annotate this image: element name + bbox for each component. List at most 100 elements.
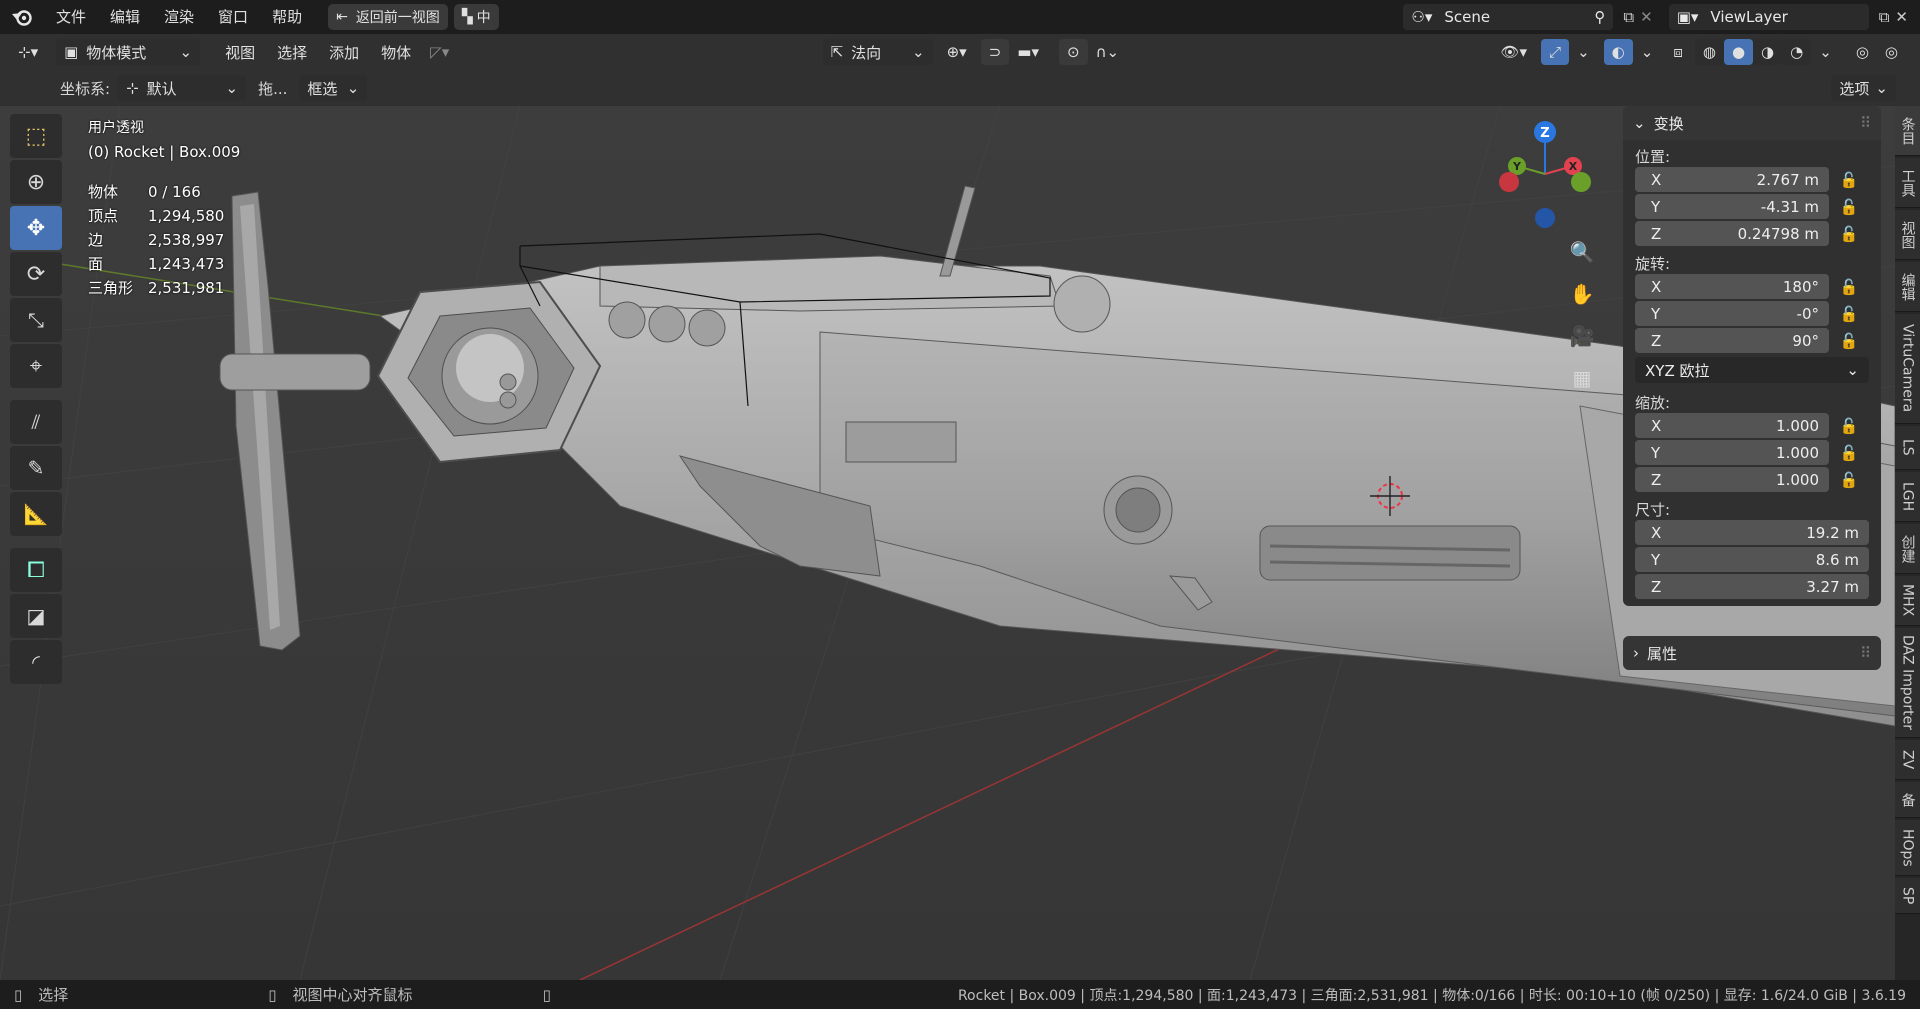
extra-toggle-2[interactable]: ◎ [1877,39,1906,65]
gizmo-neg-y[interactable] [1571,172,1591,192]
xray-toggle[interactable]: ⧈ [1665,39,1691,65]
menu-view[interactable]: 视图 [214,42,266,63]
dimension-x-field[interactable]: X 19.2 m [1635,520,1869,545]
snap-toggle[interactable]: ⊃ [980,39,1010,65]
gizmo-dropdown[interactable]: ⌄ [1569,39,1598,65]
move-tool[interactable]: ✥ [10,206,62,250]
add-cube-tool[interactable]: ⧠ [10,548,62,592]
shading-dropdown[interactable]: ⌄ [1811,39,1840,65]
visibility-selector[interactable]: 👁▾ [1492,39,1535,65]
zoom-button[interactable]: 🔍 [1564,234,1600,270]
rotation-mode-select[interactable]: XYZ 欧拉 ⌄ [1635,357,1869,383]
menu-help[interactable]: 帮助 [260,0,314,34]
gizmo-toggle[interactable]: ⤢ [1541,39,1570,65]
lock-icon[interactable]: 🔓 [1829,471,1869,489]
tab-sp[interactable]: SP [1895,878,1920,914]
drag-label[interactable]: 拖... [258,78,287,99]
lock-icon[interactable]: 🔓 [1829,171,1869,189]
orientation-selector[interactable]: ⇱ 法向 ⌄ [822,39,933,65]
location-y-field[interactable]: Y -4.31 m [1635,194,1829,219]
rotation-x-field[interactable]: X 180° [1635,274,1829,299]
menu-render[interactable]: 渲染 [152,0,206,34]
navigation-gizmo[interactable]: Z X Y [1495,118,1595,228]
lock-icon[interactable]: 🔓 [1829,278,1869,296]
cursor-tool[interactable]: ⊕ [10,160,62,204]
tab-item[interactable]: 条目 [1895,106,1920,156]
overlay-toggle[interactable]: ◐ [1603,39,1633,65]
new-viewlayer-icon[interactable]: ⧉ [1879,8,1890,26]
snap-target-selector[interactable]: ▬▾ [1009,39,1047,65]
scale-x-field[interactable]: X 1.000 [1635,413,1829,438]
dimension-z-field[interactable]: Z 3.27 m [1635,574,1869,599]
coord-system-selector[interactable]: ⊹ 默认 ⌄ [118,75,247,101]
pin-icon[interactable]: ⚲ [1594,8,1605,26]
lock-icon[interactable]: 🔓 [1829,225,1869,243]
pivot-selector[interactable]: ⊕▾ [939,39,975,65]
viewlayer-selector[interactable]: ▣▾ ViewLayer [1668,4,1869,30]
gizmo-neg-z[interactable] [1535,208,1555,228]
tab-create[interactable]: 创建 [1895,524,1920,574]
language-toggle-button[interactable]: ▚ 中 [453,4,499,30]
overlay-dropdown[interactable]: ⌄ [1633,39,1662,65]
annotate-line-tool[interactable]: ⫽ [10,400,62,444]
tab-zv[interactable]: ZV [1895,740,1920,780]
tab-edit[interactable]: 编辑 [1895,262,1920,312]
dimension-y-field[interactable]: Y 8.6 m [1635,547,1869,572]
properties-panel-header[interactable]: › 属性 ⠿ [1623,636,1881,670]
rotate-tool[interactable]: ⟳ [10,252,62,296]
options-button[interactable]: 选项 ⌄ [1831,75,1896,101]
editor-type-button[interactable]: ⊹▾ [10,39,46,65]
tab-view[interactable]: 视图 [1895,210,1920,260]
annotate-tool[interactable]: ✎ [10,446,62,490]
shading-material-button[interactable]: ◑ [1753,39,1783,65]
transform-tool[interactable]: ⌖ [10,344,62,388]
object-extra-button[interactable]: ◸▾ [422,39,457,65]
tab-daz-importer[interactable]: DAZ Importer [1895,628,1920,738]
select-box-tool[interactable]: ⬚ [10,114,62,158]
scene-selector[interactable]: ⚇▾ Scene ⚲ [1403,4,1614,30]
gizmo-neg-x[interactable] [1499,172,1519,192]
perspective-toggle-button[interactable]: ▦ [1564,360,1600,396]
drag-handle-icon[interactable]: ⠿ [1860,114,1871,132]
scale-tool[interactable]: ⤡ [10,298,62,342]
location-x-field[interactable]: X 2.767 m [1635,167,1829,192]
mode-selector[interactable]: ▣ 物体模式 ⌄ [56,39,201,65]
measure-tool[interactable]: 📐 [10,492,62,536]
tab-mhx[interactable]: MHX [1895,576,1920,626]
menu-select[interactable]: 选择 [266,42,318,63]
drag-handle-icon[interactable]: ⠿ [1860,644,1871,662]
location-z-field[interactable]: Z 0.24798 m [1635,221,1829,246]
tab-ls[interactable]: LS [1895,426,1920,470]
delete-scene-icon[interactable]: ✕ [1640,8,1653,26]
menu-window[interactable]: 窗口 [206,0,260,34]
shading-rendered-button[interactable]: ◔ [1782,39,1812,65]
boxcutter-tool[interactable]: ◪ [10,594,62,638]
lock-icon[interactable]: 🔓 [1829,417,1869,435]
tab-bei[interactable]: 备 [1895,782,1920,818]
menu-file[interactable]: 文件 [44,0,98,34]
scale-y-field[interactable]: Y 1.000 [1635,440,1829,465]
bevel-tool[interactable]: ◜ [10,640,62,684]
falloff-selector[interactable]: ∩⌄ [1088,39,1128,65]
shading-wireframe-button[interactable]: ◍ [1694,39,1724,65]
tab-virtucamera[interactable]: VirtuCamera [1895,314,1920,424]
back-to-previous-button[interactable]: ⇤ 返回前一视图 [328,4,448,30]
delete-viewlayer-icon[interactable]: ✕ [1895,8,1908,26]
shading-solid-button[interactable]: ● [1723,39,1754,65]
lock-icon[interactable]: 🔓 [1829,198,1869,216]
tab-lgh[interactable]: LGH [1895,472,1920,522]
menu-object[interactable]: 物体 [370,42,422,63]
camera-view-button[interactable]: 🎥 [1564,318,1600,354]
rotation-y-field[interactable]: Y -0° [1635,301,1829,326]
tab-tool[interactable]: 工具 [1895,158,1920,208]
drag-select-selector[interactable]: 框选 ⌄ [299,75,368,101]
blender-logo-icon[interactable] [0,0,44,34]
pan-button[interactable]: ✋ [1564,276,1600,312]
extra-toggle-1[interactable]: ◎ [1848,39,1877,65]
scale-z-field[interactable]: Z 1.000 [1635,467,1829,492]
new-scene-icon[interactable]: ⧉ [1623,8,1634,26]
3d-viewport[interactable] [0,106,1895,980]
lock-icon[interactable]: 🔓 [1829,332,1869,350]
tab-hops[interactable]: HOps [1895,820,1920,876]
lock-icon[interactable]: 🔓 [1829,444,1869,462]
